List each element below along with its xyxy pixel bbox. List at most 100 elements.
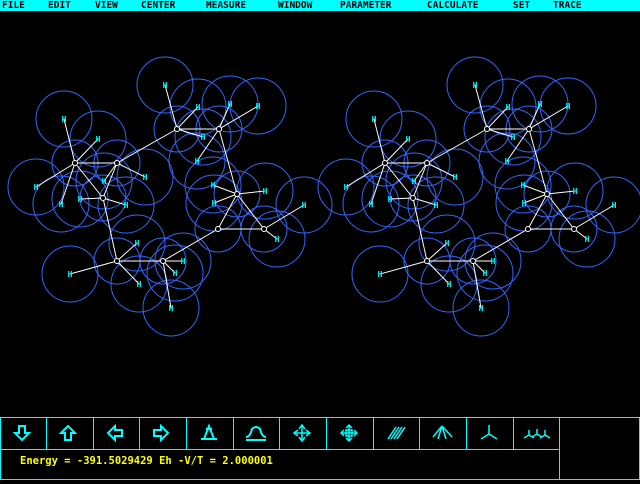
- hydrogen-label: H: [434, 201, 439, 210]
- menu-edit[interactable]: EDIT: [48, 0, 71, 11]
- hydrogen-labels: HHHHHHHHHHHH HHHHH HHHHHHHH: [34, 81, 307, 313]
- menu-center[interactable]: CENTER: [141, 0, 175, 11]
- hydrogen-label: H: [505, 157, 510, 166]
- translate-button[interactable]: [280, 418, 326, 449]
- hydrogen-label: H: [124, 201, 129, 210]
- atom-spheres: [7, 56, 333, 337]
- hydrogen-label: H: [302, 201, 307, 210]
- hydrogen-label: H: [479, 304, 484, 313]
- ch-bond: [389, 197, 414, 200]
- hydrogen-label: H: [228, 100, 233, 109]
- hydrogen-label: H: [163, 81, 168, 90]
- carbon-atom: [424, 160, 430, 166]
- carbon-atom: [160, 258, 166, 264]
- menu-window[interactable]: WINDOW: [278, 0, 312, 11]
- ch-bond: [69, 260, 118, 275]
- hydrogen-label: H: [506, 103, 511, 112]
- carbon-atom: [484, 126, 490, 132]
- carbon-atom: [526, 126, 532, 132]
- hydrogen-label: H: [143, 173, 148, 182]
- hydrogen-label: H: [491, 257, 496, 266]
- rotate-down-button[interactable]: [1, 418, 46, 449]
- hydrogen-label: H: [447, 280, 452, 289]
- hydrogen-label: H: [511, 133, 516, 142]
- hydrogen-label: H: [201, 133, 206, 142]
- carbon-atom: [215, 226, 221, 232]
- hydrogen-label: H: [344, 183, 349, 192]
- hydrogen-label: H: [263, 187, 268, 196]
- rotate-z-ccw-button[interactable]: [187, 418, 233, 449]
- hydrogen-label: H: [388, 195, 393, 204]
- rotate-z-cw-button[interactable]: [234, 418, 279, 449]
- hydrogen-label: H: [522, 199, 527, 208]
- hydrogen-label: H: [256, 102, 261, 111]
- menu-set[interactable]: SET: [513, 0, 530, 11]
- zoom-button[interactable]: [327, 418, 373, 449]
- hydrogen-label: H: [68, 270, 73, 279]
- cc-bond: [384, 162, 414, 199]
- ch-bond: [379, 260, 428, 275]
- hydrogen-label: H: [102, 177, 107, 186]
- ch-bond: [522, 184, 548, 195]
- hydrogen-label: H: [135, 239, 140, 248]
- carbon-atom: [525, 226, 531, 232]
- hydrogen-label: H: [34, 183, 39, 192]
- hydrogen-label: H: [137, 280, 142, 289]
- hydrogen-label: H: [275, 235, 280, 244]
- stripe-render-button[interactable]: [374, 418, 419, 449]
- hydrogen-label: H: [181, 257, 186, 266]
- ch-bond: [573, 204, 615, 230]
- menu-trace[interactable]: TRACE: [553, 0, 582, 11]
- stereo-right-view: HHHHHHHHHHHH HHHHH HHHHHHHH: [317, 56, 640, 337]
- hydrogen-label: H: [195, 157, 200, 166]
- hydrogen-label: H: [445, 239, 450, 248]
- hydrogen-label: H: [211, 181, 216, 190]
- hydrogen-label: H: [521, 181, 526, 190]
- hydrogen-label: H: [412, 177, 417, 186]
- tool-panel: [0, 417, 640, 480]
- carbon-atom: [470, 258, 476, 264]
- menu-parameter[interactable]: PARAMETER: [340, 0, 391, 11]
- molecule-viewport[interactable]: HHHHHHHHHHHHHHHHHHHHHHHHH HHHHHHHHHHHHHH…: [0, 11, 640, 417]
- hydrogen-label: H: [538, 100, 543, 109]
- hydrogen-label: H: [573, 187, 578, 196]
- hydrogen-label: H: [212, 199, 217, 208]
- hydrogen-label: H: [406, 135, 411, 144]
- carbon-atom: [174, 126, 180, 132]
- ch-bond: [213, 193, 238, 204]
- cc-bond: [74, 162, 104, 199]
- carbon-atom: [216, 126, 222, 132]
- ch-bond: [546, 190, 576, 195]
- carbon-atom: [234, 191, 240, 197]
- hydrogen-label: H: [78, 195, 83, 204]
- ch-bond: [212, 184, 238, 195]
- hydrogen-label: H: [169, 304, 174, 313]
- menu-calculate[interactable]: CALCULATE: [427, 0, 478, 11]
- hydrogen-label: H: [59, 200, 64, 209]
- hydrogen-label: H: [566, 102, 571, 111]
- menu-file[interactable]: FILE: [2, 0, 25, 11]
- cc-bond: [528, 128, 548, 195]
- carbon-atom: [114, 258, 120, 264]
- ch-bond: [263, 204, 305, 230]
- menu-measure[interactable]: MEASURE: [206, 0, 246, 11]
- tripod-render-button[interactable]: [467, 418, 513, 449]
- ch-bond: [60, 162, 76, 205]
- rotate-right-button[interactable]: [140, 418, 186, 449]
- energy-readout: Energy = -391.5029429 Eh -V/T = 2.000001: [20, 455, 273, 467]
- stereo-left-view: HHHHHHHHHHHH HHHHH HHHHHHHH: [7, 56, 333, 337]
- panel-side-box: [561, 418, 639, 479]
- rotate-left-button[interactable]: [94, 418, 139, 449]
- carbon-atom: [424, 258, 430, 264]
- rotate-up-button[interactable]: [47, 418, 93, 449]
- carbon-atom: [382, 160, 388, 166]
- sticks-render-button[interactable]: [420, 418, 466, 449]
- hydrogen-label: H: [173, 269, 178, 278]
- hydrogen-label: H: [369, 200, 374, 209]
- carbon-atom: [571, 226, 577, 232]
- carbon-atoms: [72, 126, 267, 264]
- multi-tripod-button[interactable]: [514, 418, 559, 449]
- carbon-atom: [410, 195, 416, 201]
- menu-view[interactable]: VIEW: [95, 0, 118, 11]
- hydrogen-label: H: [453, 173, 458, 182]
